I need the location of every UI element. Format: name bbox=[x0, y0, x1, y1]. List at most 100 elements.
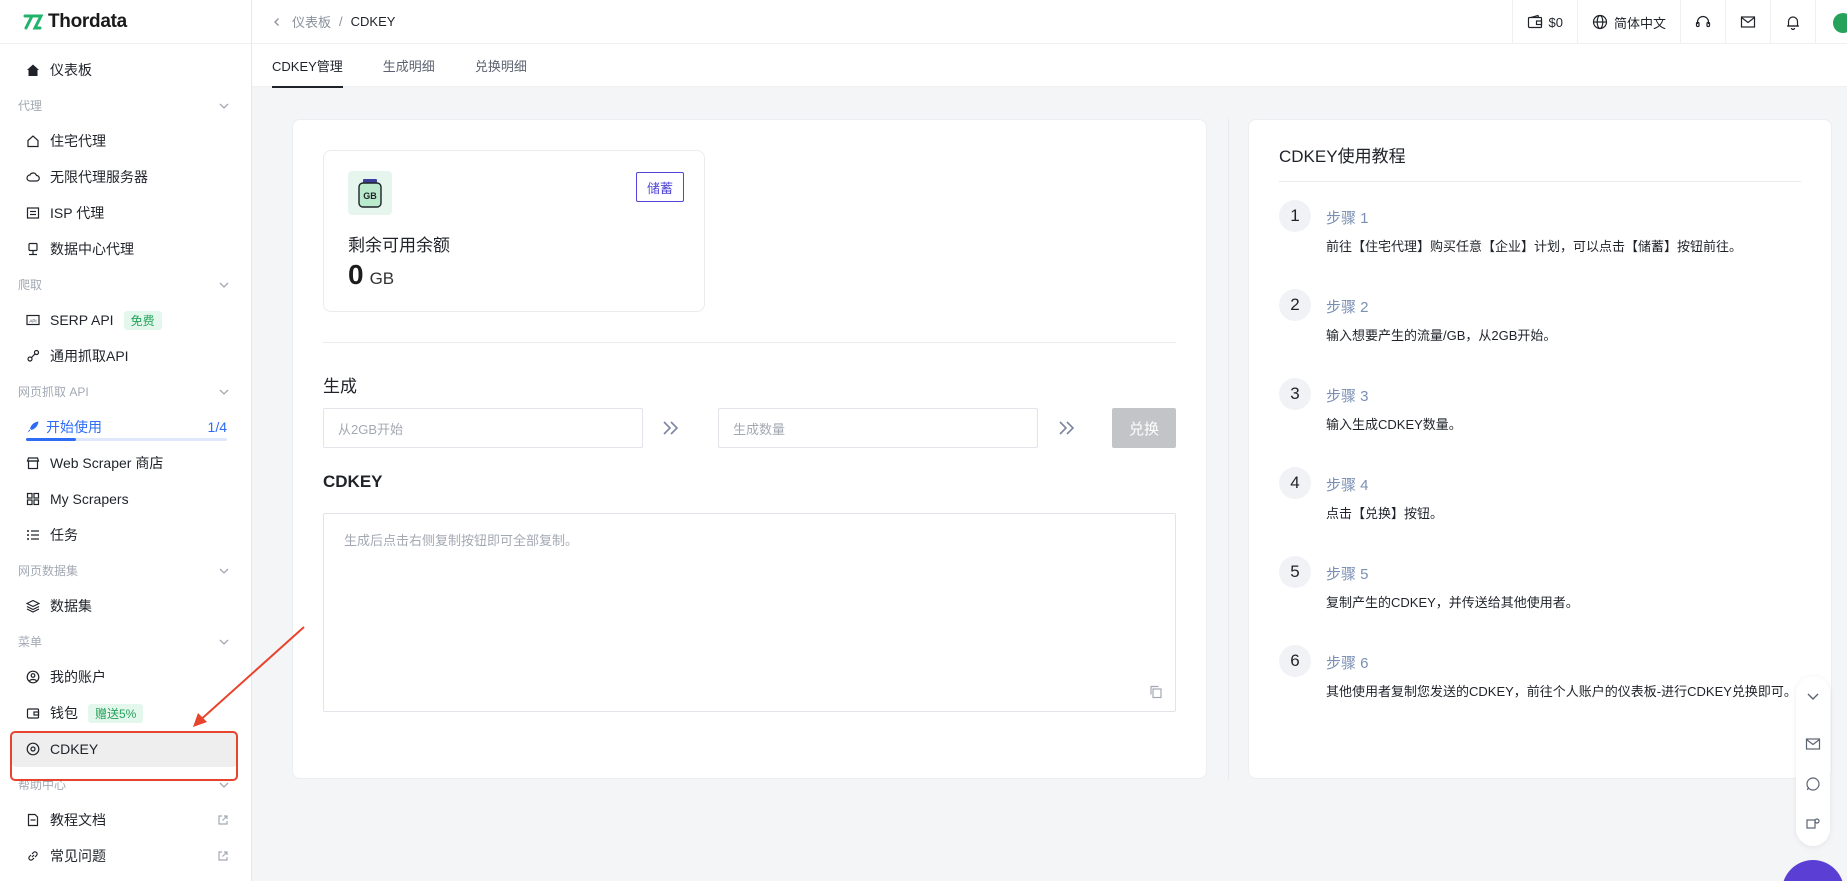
server-icon bbox=[26, 206, 40, 220]
quantity-input[interactable]: 生成数量 bbox=[718, 408, 1038, 448]
tutorial-step: 1 步骤 1 前往【住宅代理】购买任意【企业】计划，可以点击【储蓄】按钮前往。 bbox=[1279, 200, 1821, 289]
language-selector[interactable]: 简体中文 bbox=[1576, 0, 1680, 44]
step-description: 输入想要产生的流量/GB，从2GB开始。 bbox=[1326, 328, 1557, 343]
document-icon bbox=[26, 813, 40, 827]
tab-bar: CDKEY管理 生成明细 兑换明细 bbox=[252, 44, 1847, 88]
mail-icon[interactable] bbox=[1805, 736, 1821, 752]
sidebar-item-start[interactable]: 开始使用 1/4 bbox=[0, 409, 251, 445]
tab-generation-details[interactable]: 生成明细 bbox=[383, 44, 435, 87]
sidebar-item-unlimited[interactable]: 无限代理服务器 bbox=[0, 159, 251, 195]
logo[interactable]: Thordata bbox=[0, 0, 251, 44]
sidebar-item-residential[interactable]: 住宅代理 bbox=[0, 123, 251, 159]
tutorial-steps: 1 步骤 1 前往【住宅代理】购买任意【企业】计划，可以点击【储蓄】按钮前往。 … bbox=[1279, 200, 1821, 734]
list-icon bbox=[26, 528, 40, 542]
chevron-down-icon[interactable] bbox=[1805, 688, 1821, 704]
sidebar-nav: 仪表板 代理 住宅代理 无限代理服务器 ISP 代理 数据中心代理 爬取 API bbox=[0, 44, 251, 874]
section-label: 网页数据集 bbox=[18, 564, 79, 578]
mail-button[interactable] bbox=[1725, 0, 1770, 44]
exchange-button[interactable]: 兑换 bbox=[1112, 408, 1176, 448]
section-label: 帮助中心 bbox=[18, 778, 67, 792]
section-menu[interactable]: 菜单 bbox=[0, 624, 251, 659]
sidebar-item-store[interactable]: Web Scraper 商店 bbox=[0, 445, 251, 481]
section-scrape[interactable]: 爬取 bbox=[0, 267, 251, 302]
topbar-actions: $0 简体中文 bbox=[1511, 0, 1847, 44]
external-link-icon bbox=[218, 815, 228, 825]
balance-label: 剩余可用余额 bbox=[348, 236, 450, 255]
chat-bubble-button[interactable] bbox=[1782, 860, 1844, 881]
sidebar-item-docs[interactable]: 教程文档 bbox=[0, 802, 251, 838]
chevron-left-icon[interactable] bbox=[272, 17, 282, 27]
start-progress-text: 1/4 bbox=[207, 419, 227, 435]
sidebar-item-label: 数据中心代理 bbox=[50, 241, 134, 257]
start-progress-bar bbox=[26, 438, 227, 441]
textarea-placeholder: 生成后点击右侧复制按钮即可全部复制。 bbox=[344, 533, 579, 548]
section-label: 网页抓取 API bbox=[18, 385, 89, 399]
double-chevron-right-icon bbox=[1059, 421, 1075, 435]
traffic-input[interactable]: 从2GB开始 bbox=[323, 408, 643, 448]
sidebar-item-label: My Scrapers bbox=[50, 491, 129, 507]
brand-name: Thordata bbox=[48, 10, 127, 32]
cdkey-icon bbox=[26, 742, 40, 756]
section-proxy[interactable]: 代理 bbox=[0, 88, 251, 123]
whatsapp-icon[interactable] bbox=[1805, 776, 1821, 792]
sidebar-item-cdkey[interactable]: CDKEY bbox=[12, 731, 237, 767]
cloud-icon bbox=[26, 170, 40, 184]
avatar[interactable] bbox=[1833, 13, 1847, 33]
balance-amount: $0 bbox=[1548, 14, 1563, 30]
sidebar-item-faq[interactable]: 常见问题 bbox=[0, 838, 251, 874]
external-link-icon bbox=[218, 851, 228, 861]
notification-button[interactable] bbox=[1770, 0, 1815, 44]
grid-icon bbox=[26, 492, 40, 506]
free-badge: 免费 bbox=[123, 310, 162, 330]
sidebar-item-account[interactable]: 我的账户 bbox=[0, 659, 251, 695]
step-description: 其他使用者复制您发送的CDKEY，前往个人账户的仪表板-进行CDKEY兑换即可。 bbox=[1326, 684, 1797, 699]
step-number: 6 bbox=[1279, 645, 1311, 677]
sidebar-item-universal[interactable]: 通用抓取API bbox=[0, 338, 251, 374]
step-description: 输入生成CDKEY数量。 bbox=[1326, 417, 1462, 432]
sidebar-item-dashboard[interactable]: 仪表板 bbox=[0, 52, 251, 88]
teams-icon[interactable] bbox=[1805, 816, 1821, 832]
step-title: 步骤 4 bbox=[1326, 477, 1369, 494]
step-title: 步骤 6 bbox=[1326, 655, 1369, 672]
tutorial-step: 4 步骤 4 点击【兑换】按钮。 bbox=[1279, 467, 1821, 556]
sidebar-item-label: Web Scraper 商店 bbox=[50, 455, 164, 471]
mail-icon bbox=[1740, 16, 1756, 28]
section-label: 菜单 bbox=[18, 635, 43, 649]
balance-unit: GB bbox=[369, 269, 395, 288]
sidebar-item-isp[interactable]: ISP 代理 bbox=[0, 195, 251, 231]
section-help[interactable]: 帮助中心 bbox=[0, 767, 251, 802]
sidebar-item-wallet[interactable]: 钱包 赠送5% bbox=[0, 695, 251, 731]
copy-icon[interactable] bbox=[1149, 685, 1163, 699]
user-circle-icon bbox=[26, 670, 40, 684]
tutorial-step: 5 步骤 5 复制产生的CDKEY，并传送给其他使用者。 bbox=[1279, 556, 1821, 645]
tab-redemption-details[interactable]: 兑换明细 bbox=[475, 44, 527, 87]
sidebar-item-label: 住宅代理 bbox=[50, 133, 106, 149]
section-dataset[interactable]: 网页数据集 bbox=[0, 553, 251, 588]
chevron-down-icon bbox=[219, 568, 229, 574]
generate-title: 生成 bbox=[323, 377, 357, 396]
sidebar-item-label: CDKEY bbox=[50, 741, 99, 757]
cdkey-panel: GB 储蓄 剩余可用余额 0 GB 生成 从2GB开始 生成数量 兑换 CDKE… bbox=[292, 119, 1207, 779]
step-description: 点击【兑换】按钮。 bbox=[1326, 506, 1444, 521]
store-button[interactable]: 储蓄 bbox=[635, 172, 684, 202]
wallet-icon bbox=[26, 706, 40, 720]
sidebar-item-label: 钱包 bbox=[50, 705, 78, 721]
sidebar-item-my-scrapers[interactable]: My Scrapers bbox=[0, 481, 251, 517]
sidebar-item-datacenter[interactable]: 数据中心代理 bbox=[0, 231, 251, 267]
sidebar-item-label: 通用抓取API bbox=[50, 348, 129, 364]
gb-jar-icon: GB bbox=[348, 171, 392, 215]
language-label: 简体中文 bbox=[1613, 15, 1666, 31]
chevron-down-icon bbox=[219, 782, 229, 788]
sidebar-item-tasks[interactable]: 任务 bbox=[0, 517, 251, 553]
chevron-down-icon bbox=[219, 103, 229, 109]
sidebar-item-datasets[interactable]: 数据集 bbox=[0, 588, 251, 624]
tutorial-title: CDKEY使用教程 bbox=[1279, 147, 1406, 166]
cdkey-output-textarea[interactable]: 生成后点击右侧复制按钮即可全部复制。 bbox=[323, 513, 1176, 712]
balance-button[interactable]: $0 bbox=[1511, 0, 1577, 44]
section-label: 爬取 bbox=[18, 278, 43, 292]
sidebar-item-serp[interactable]: API SERP API 免费 bbox=[0, 302, 251, 338]
section-web-api[interactable]: 网页抓取 API bbox=[0, 374, 251, 409]
tab-cdkey-management[interactable]: CDKEY管理 bbox=[272, 44, 343, 88]
breadcrumb-root[interactable]: 仪表板 bbox=[292, 12, 331, 31]
support-button[interactable] bbox=[1680, 0, 1725, 44]
